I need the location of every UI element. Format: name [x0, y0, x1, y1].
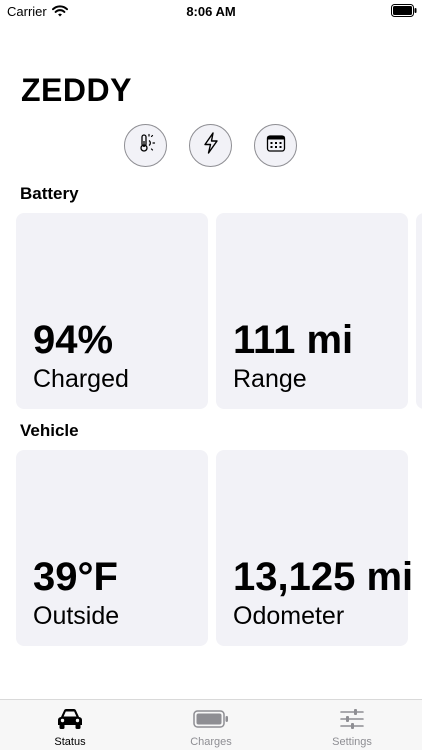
- odometer-card[interactable]: 13,125 mi Odometer: [216, 450, 413, 646]
- battery-status-icon: [391, 4, 417, 22]
- status-time: 8:06 AM: [186, 4, 236, 19]
- tab-charges-label: Charges: [190, 736, 232, 748]
- odometer-value: 13,125 mi: [233, 555, 414, 599]
- range-label: Range: [233, 365, 307, 393]
- car-icon: [0, 707, 140, 731]
- vehicle-section-heading: Vehicle: [20, 421, 79, 440]
- calendar-icon: [266, 133, 286, 158]
- tab-settings[interactable]: Settings: [282, 700, 422, 750]
- tab-bar: Status Charges Settings: [0, 699, 422, 750]
- charged-value: 94%: [33, 318, 114, 362]
- next-card-peek[interactable]: [416, 213, 422, 409]
- tab-settings-label: Settings: [332, 736, 372, 748]
- thermometer-sun-icon: [135, 132, 157, 159]
- range-value: 111 mi: [233, 318, 354, 362]
- sliders-icon: [282, 707, 422, 731]
- range-card[interactable]: 111 mi Range: [216, 213, 408, 409]
- tab-status[interactable]: Status: [0, 700, 140, 750]
- bolt-icon: [202, 132, 220, 159]
- charged-card[interactable]: 94% Charged: [16, 213, 208, 409]
- schedule-button[interactable]: [254, 124, 297, 167]
- tab-charges[interactable]: Charges: [141, 700, 281, 750]
- charged-label: Charged: [33, 365, 129, 393]
- battery-icon: [141, 707, 281, 731]
- odometer-label: Odometer: [233, 602, 345, 630]
- charge-button[interactable]: [189, 124, 232, 167]
- climate-button[interactable]: [124, 124, 167, 167]
- outside-temp-label: Outside: [33, 602, 120, 630]
- app-title: ZEDDY: [21, 72, 132, 108]
- outside-temp-value: 39°F: [33, 555, 118, 599]
- tab-status-label: Status: [54, 736, 86, 748]
- status-bar: Carrier 8:06 AM: [0, 0, 422, 22]
- outside-temp-card[interactable]: 39°F Outside: [16, 450, 208, 646]
- battery-section-heading: Battery: [20, 184, 79, 203]
